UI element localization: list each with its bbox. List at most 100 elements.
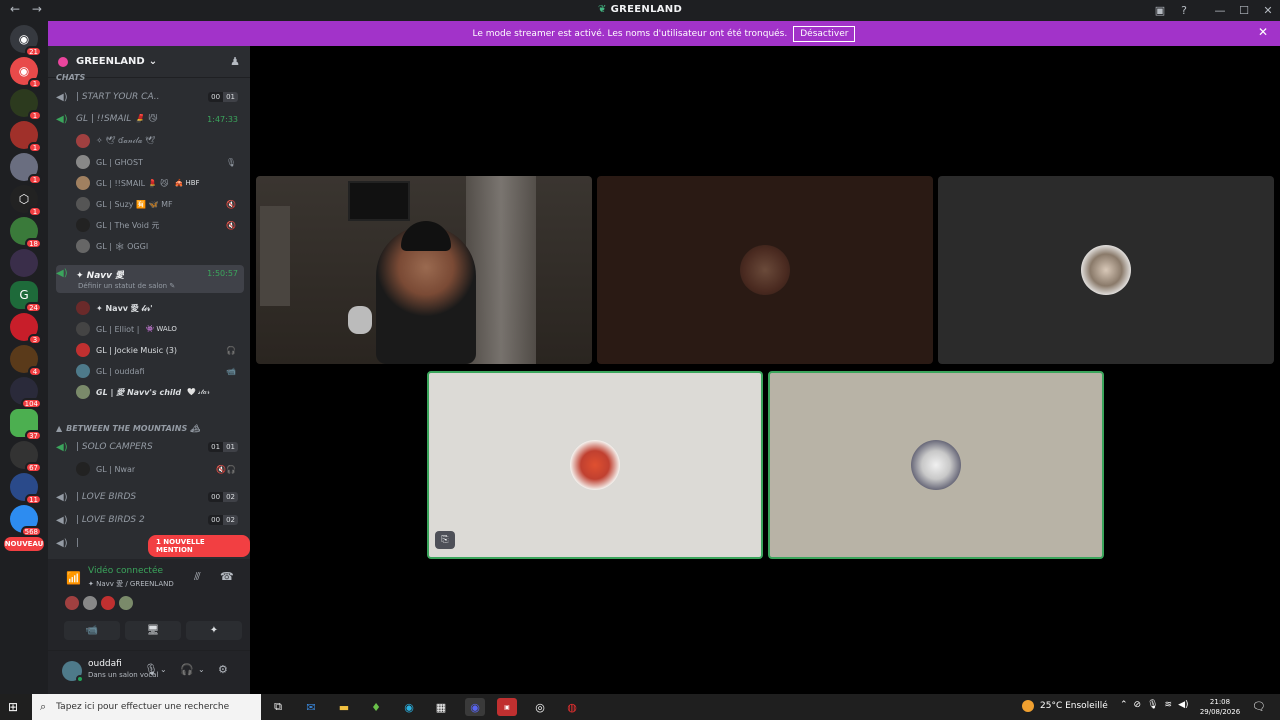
video-tile-user-speaking[interactable]	[768, 371, 1104, 559]
chevron-down-icon[interactable]: ⌄	[198, 665, 205, 674]
server-icon[interactable]: 1	[10, 153, 42, 185]
direct-messages-button[interactable]: ◉ 21	[10, 25, 42, 57]
username[interactable]: ouddafi	[88, 659, 122, 669]
avatar	[76, 239, 90, 253]
server-icon[interactable]: 1	[10, 121, 42, 153]
voice-user[interactable]: GL | !!SMAIL 💄 😼 🎪 HBF	[76, 173, 242, 193]
task-view-icon[interactable]: ⧉	[268, 698, 288, 716]
voice-channel-ismail[interactable]: ◀) GL | !!SMAIL 💄 😼 1:47:33	[56, 109, 244, 129]
voice-channel-lovebirds-2[interactable]: ◀) | LOVE BIRDS 2 00 02	[56, 510, 244, 530]
speaker-icon: ◀)	[56, 537, 68, 549]
headphones-icon[interactable]: 🎧	[180, 663, 194, 676]
weather-widget[interactable]: 25°C Ensoleillé	[1022, 700, 1108, 712]
avatar[interactable]	[64, 595, 80, 611]
discord-app-icon[interactable]: ◉	[465, 698, 485, 716]
app-icon[interactable]: ◍	[562, 698, 582, 716]
maximize-button[interactable]: ☐	[1232, 0, 1256, 21]
video-tile-camera[interactable]	[256, 176, 592, 364]
server-icon[interactable]: 4	[10, 345, 42, 377]
chevron-up-icon[interactable]: ⌃	[1120, 700, 1128, 710]
voice-user[interactable]: ✦ Navv 愛 𝓁𝒾𝓇'	[76, 298, 242, 318]
video-tile-user[interactable]	[938, 176, 1274, 364]
outlook-icon[interactable]: ✉	[301, 698, 321, 716]
avatar	[76, 364, 90, 378]
volume-icon[interactable]: ◀)	[1178, 700, 1188, 710]
voice-channel-start[interactable]: ◀) | START YOUR CA.. 00 01	[56, 87, 244, 107]
category-chats[interactable]: CHATS	[56, 72, 244, 82]
invite-people-icon[interactable]: ♟	[230, 55, 240, 68]
server-icon[interactable]: 568	[10, 505, 42, 537]
voice-user[interactable]: GL | 🕸 OGGI	[76, 236, 242, 256]
server-icon[interactable]: 18	[10, 217, 42, 249]
settings-gear-icon[interactable]: ⚙	[218, 663, 228, 676]
obs-icon[interactable]: ◎	[530, 698, 550, 716]
activities-button[interactable]: ✦	[186, 621, 242, 640]
server-icon[interactable]: 67	[10, 441, 42, 473]
server-icon[interactable]: 37	[10, 409, 42, 441]
server-icon[interactable]: 1	[10, 89, 42, 121]
server-icon[interactable]: 3	[10, 313, 42, 345]
close-window-button[interactable]: ✕	[1256, 0, 1280, 21]
minimize-button[interactable]: —	[1208, 0, 1232, 21]
voice-channel-lovebirds[interactable]: ◀) | LOVE BIRDS 00 02	[56, 487, 244, 507]
voice-user[interactable]: ✧ 🕊 ɗ𝒶𝓃𝒾𝓁𝒶 🕊	[76, 131, 242, 151]
app-icon[interactable]: ♦	[366, 698, 386, 716]
windows-start-icon[interactable]: ⊞	[8, 700, 18, 714]
taskbar-search[interactable]: ⌕ Tapez ici pour effectuer une recherche	[32, 694, 261, 720]
microphone-icon[interactable]: 🎙	[1147, 700, 1158, 710]
voice-user[interactable]: GL | Jockie Music (3) 🎧	[76, 340, 242, 360]
file-explorer-icon[interactable]: ▬	[334, 698, 354, 716]
inbox-icon[interactable]: ▣	[1148, 0, 1172, 21]
voice-app-icon[interactable]: ▣	[497, 698, 517, 716]
screen-share-icon[interactable]: ⎘	[435, 531, 455, 549]
signal-icon[interactable]: 📶	[66, 571, 81, 585]
voice-user[interactable]: GL | GHOST 🎙	[76, 152, 242, 172]
noise-suppression-icon[interactable]: ⫻	[194, 570, 201, 584]
system-tray: ⌃ ⊘ 🎙 ≋ ◀)	[1120, 700, 1195, 710]
clock[interactable]: 21:08 29/08/2026	[1198, 697, 1242, 717]
close-icon[interactable]: ✕	[1258, 25, 1268, 39]
camera-button[interactable]: 📹	[64, 621, 120, 640]
server-icon-greenland[interactable]: G 24	[10, 281, 42, 313]
store-icon[interactable]: ▦	[431, 698, 451, 716]
voice-channel-navv[interactable]: ◀) ✦ Navv 愛 1:50:57 Définir un statut de…	[56, 265, 244, 293]
voice-user[interactable]: GL | The Void 元 🔇	[76, 215, 242, 235]
server-icon[interactable]: ◉ 1	[10, 57, 42, 89]
microphone-icon[interactable]: 🎙	[144, 663, 158, 676]
help-icon[interactable]: ?	[1172, 0, 1196, 21]
voice-user[interactable]: GL | Nwar 🔇🎧	[76, 459, 242, 479]
voice-user[interactable]: GL | Elliot | 👾 WALO	[76, 319, 242, 339]
server-icon[interactable]	[10, 249, 38, 277]
voice-user[interactable]: GL | Suzy 🈶 🦋 MF 🔇	[76, 194, 242, 214]
edge-browser-icon[interactable]: ◉	[399, 698, 419, 716]
user-limit-counter: 01 01	[208, 442, 238, 452]
set-channel-status[interactable]: Définir un statut de salon ✎	[78, 282, 175, 290]
disable-streamer-button[interactable]: Désactiver	[793, 25, 856, 42]
avatar[interactable]	[82, 595, 98, 611]
headphones-icon: 🎧	[226, 345, 236, 355]
voice-channel-solo[interactable]: ◀) | SOLO CAMPERS 01 01	[56, 437, 244, 457]
video-tile-user[interactable]	[597, 176, 933, 364]
avatar[interactable]	[100, 595, 116, 611]
avatar	[76, 322, 90, 336]
notification-center-icon[interactable]: 🗨	[1252, 700, 1266, 713]
new-mention-pill[interactable]: 1 NOUVELLE MENTION	[148, 535, 250, 557]
avatar[interactable]	[118, 595, 134, 611]
voice-status[interactable]: Vidéo connectée	[88, 566, 163, 576]
disconnect-icon[interactable]: ☎	[220, 570, 234, 583]
video-tile-user-speaking[interactable]: ⎘	[427, 371, 763, 559]
chevron-down-icon[interactable]: ⌄	[160, 665, 167, 674]
screen-share-button[interactable]: 🖥	[125, 621, 181, 640]
voice-channel-path[interactable]: ✦ Navv 愛 / GREENLAND	[88, 579, 174, 589]
avatar	[76, 218, 90, 232]
voice-user[interactable]: GL | ouddafi 📹	[76, 361, 242, 381]
avatar	[1081, 245, 1131, 295]
new-badge[interactable]: NOUVEAU	[4, 537, 44, 551]
server-icon[interactable]: ⬡ 1	[10, 185, 42, 217]
server-icon[interactable]: 11	[10, 473, 42, 505]
server-icon[interactable]: 104	[10, 377, 42, 409]
voice-user[interactable]: GL | 愛 Navv's child 🤍 𝓈𝓉𝒶𝓇	[76, 382, 242, 402]
wifi-icon[interactable]: ≋	[1165, 700, 1173, 710]
network-icon[interactable]: ⊘	[1134, 700, 1142, 710]
category-mountains[interactable]: ▲ BETWEEN THE MOUNTAINS 🏔	[56, 420, 244, 436]
